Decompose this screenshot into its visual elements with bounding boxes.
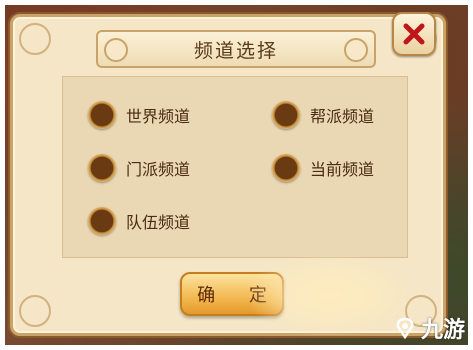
option-label: 队伍频道 <box>126 213 191 232</box>
game-screen: 频道选择 世界频道 帮派频道 门派频道 当前频道 队伍频道 确 定 九游 <box>0 0 473 350</box>
watermark-text: 九游 <box>420 318 465 343</box>
option-label: 帮派频道 <box>310 107 375 126</box>
option-label: 门派频道 <box>126 160 191 179</box>
radio-button[interactable] <box>88 207 116 235</box>
corner-ornament <box>19 23 51 55</box>
close-x-icon <box>403 23 425 45</box>
light-glare <box>250 255 410 335</box>
option-world-channel[interactable]: 世界频道 <box>88 101 190 129</box>
scroll-ornament-left <box>104 38 128 62</box>
option-sect-channel[interactable]: 门派频道 <box>88 154 190 182</box>
jiuyou-logo-icon <box>396 317 414 340</box>
dialog-title-plate: 频道选择 <box>96 30 376 68</box>
watermark: 九游 <box>393 312 465 344</box>
corner-ornament <box>19 295 51 327</box>
option-guild-channel[interactable]: 帮派频道 <box>272 101 374 129</box>
option-current-channel[interactable]: 当前频道 <box>272 154 374 182</box>
radio-button[interactable] <box>272 101 300 129</box>
radio-button[interactable] <box>88 154 116 182</box>
option-label: 当前频道 <box>310 160 375 179</box>
radio-button[interactable] <box>272 154 300 182</box>
radio-button[interactable] <box>88 101 116 129</box>
option-label: 世界频道 <box>126 107 191 126</box>
dialog-title: 频道选择 <box>193 39 278 62</box>
option-team-channel[interactable]: 队伍频道 <box>88 207 190 235</box>
close-button[interactable] <box>392 12 436 56</box>
scroll-ornament-right <box>344 38 368 62</box>
